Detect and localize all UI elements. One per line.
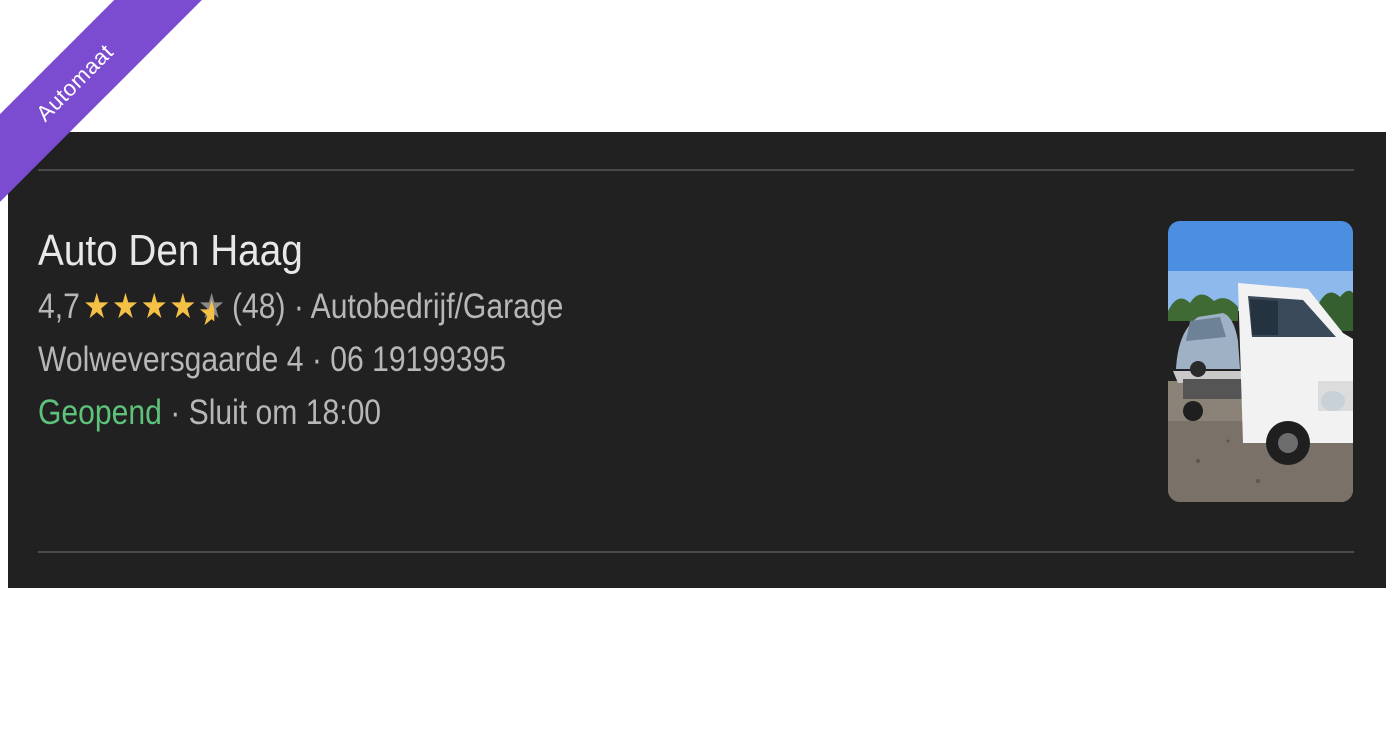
star-icon: ★ xyxy=(83,287,113,326)
business-photo[interactable] xyxy=(1168,221,1353,502)
business-category: Autobedrijf/Garage xyxy=(310,287,564,326)
business-phone[interactable]: 06 19199395 xyxy=(330,340,506,379)
rating-row: 4,7★★★★★(48) · Autobedrijf/Garage xyxy=(38,280,898,333)
open-status: Geopend xyxy=(38,393,162,432)
separator: · xyxy=(311,340,322,379)
address-row: Wolweversgaarde 4 · 06 19199395 xyxy=(38,333,898,386)
corner-ribbon: Automaat xyxy=(0,0,260,260)
star-icon: ★ xyxy=(169,287,199,326)
separator: · xyxy=(293,287,304,326)
hours-row: Geopend · Sluit om 18:00 xyxy=(38,386,898,439)
star-icon: ★ xyxy=(140,287,170,326)
star-icon: ★ xyxy=(112,287,141,326)
tow-truck-photo-icon xyxy=(1168,221,1353,502)
separator: · xyxy=(170,393,181,432)
rating-stars: ★★★★★ xyxy=(83,280,227,333)
rating-value: 4,7 xyxy=(38,287,80,326)
ribbon-label: Automaat xyxy=(0,0,225,233)
review-count[interactable]: (48) xyxy=(232,287,286,326)
bottom-divider xyxy=(38,551,1354,553)
closing-time: Sluit om 18:00 xyxy=(188,393,382,432)
half-star-icon: ★ xyxy=(198,287,227,326)
business-address: Wolweversgaarde 4 xyxy=(38,340,304,379)
